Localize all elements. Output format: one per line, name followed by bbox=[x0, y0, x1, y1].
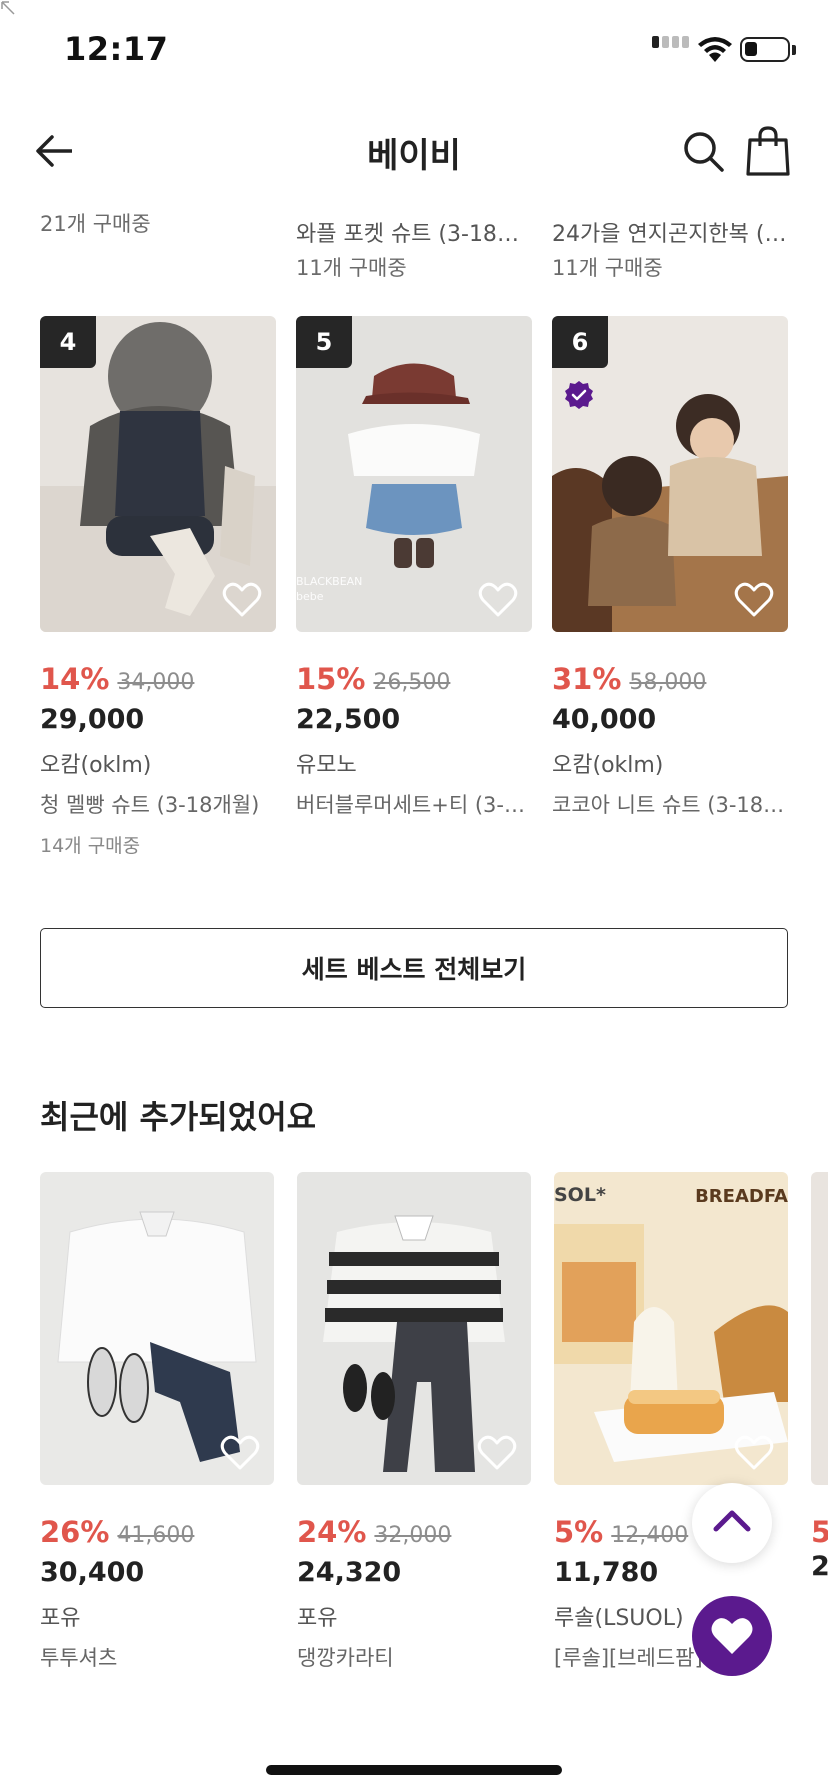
product-image[interactable] bbox=[40, 1172, 274, 1485]
sale-price: 2 bbox=[811, 1551, 828, 1582]
product-image[interactable]: 6 bbox=[552, 316, 788, 632]
product-card[interactable]: 4 14% 34,000 29,000 오캄(oklm) 청 멜빵 슈트 (3-… bbox=[40, 316, 276, 858]
brand-name[interactable]: 포유 bbox=[40, 1600, 276, 1632]
product-buying-count: 21개 구매중 bbox=[40, 212, 151, 236]
original-price: 58,000 bbox=[629, 670, 707, 695]
product-card[interactable]: 6 31% 58,000 40,000 오캄(oklm) 코코아 니트 슈트 (… bbox=[552, 316, 788, 819]
heart-outline-icon[interactable] bbox=[220, 1435, 260, 1471]
heart-filled-icon bbox=[711, 1618, 753, 1654]
product-image[interactable]: 4 bbox=[40, 316, 276, 632]
rank-badge: 5 bbox=[296, 316, 352, 368]
app-header: 베이비 bbox=[0, 110, 828, 192]
original-price: 41,600 bbox=[117, 1523, 195, 1548]
brand-name[interactable]: 포유 bbox=[297, 1600, 533, 1632]
sale-price: 24,320 bbox=[297, 1557, 402, 1588]
image-watermark: BLACKBEAN bebe bbox=[296, 575, 363, 603]
rank-badge: 6 bbox=[552, 316, 608, 368]
product-image[interactable]: SOL* BREADFA bbox=[554, 1172, 788, 1485]
resize-corner-icon bbox=[1, 1, 15, 15]
product-buying-count: 11개 구매중 bbox=[552, 256, 663, 280]
product-name[interactable]: 코코아 니트 슈트 (3-18… bbox=[552, 789, 788, 819]
status-time: 12:17 bbox=[64, 30, 169, 68]
product-buying-count: 11개 구매중 bbox=[296, 256, 407, 280]
heart-outline-icon[interactable] bbox=[477, 1435, 517, 1471]
brand-name[interactable]: 오캄(oklm) bbox=[40, 747, 276, 779]
original-price: 26,500 bbox=[373, 670, 451, 695]
battery-icon bbox=[740, 37, 790, 62]
image-text: SOL* bbox=[554, 1184, 606, 1206]
shopping-bag-icon[interactable] bbox=[744, 124, 792, 178]
product-image[interactable] bbox=[811, 1172, 828, 1485]
heart-outline-icon[interactable] bbox=[734, 582, 774, 618]
brand-name[interactable]: 오캄(oklm) bbox=[552, 747, 788, 779]
discount-rate: 5 bbox=[811, 1515, 828, 1549]
product-image[interactable]: BLACKBEAN bebe 5 bbox=[296, 316, 532, 632]
chevron-up-icon bbox=[713, 1510, 751, 1532]
product-buying-count: 14개 구매중 bbox=[40, 835, 141, 857]
status-bar: 12:17 bbox=[0, 0, 828, 100]
discount-rate: 24% bbox=[297, 1515, 367, 1549]
home-indicator bbox=[266, 1765, 562, 1775]
search-icon[interactable] bbox=[680, 126, 728, 176]
product-name[interactable]: 청 멜빵 슈트 (3-18개월) bbox=[40, 789, 276, 819]
sale-price: 22,500 bbox=[296, 704, 401, 735]
product-name[interactable]: 투투셔츠 bbox=[40, 1642, 276, 1672]
scroll-to-top-button[interactable] bbox=[692, 1483, 772, 1563]
brand-name: 미 bbox=[811, 1588, 828, 1592]
product-card[interactable]: 5 2 미 서 bbox=[811, 1172, 828, 1592]
discount-rate: 26% bbox=[40, 1515, 110, 1549]
rank-badge: 4 bbox=[40, 316, 96, 368]
product-name[interactable]: 와플 포켓 슈트 (3-18개… bbox=[296, 216, 532, 248]
sale-price: 40,000 bbox=[552, 704, 657, 735]
discount-rate: 5% bbox=[554, 1515, 604, 1549]
original-price: 12,400 bbox=[611, 1523, 689, 1548]
discount-rate: 31% bbox=[552, 662, 622, 696]
heart-outline-icon[interactable] bbox=[734, 1435, 774, 1471]
product-name[interactable]: 24가을 연지곤지한복 (… bbox=[552, 216, 788, 248]
product-name[interactable]: 댕깡카라티 bbox=[297, 1642, 533, 1672]
product-card[interactable]: BLACKBEAN bebe 5 15% 26,500 22,500 유모노 버터… bbox=[296, 316, 532, 819]
original-price: 32,000 bbox=[374, 1523, 452, 1548]
wifi-icon bbox=[698, 37, 732, 62]
sale-price: 29,000 bbox=[40, 704, 145, 735]
verified-check-icon bbox=[565, 381, 593, 409]
wishlist-button[interactable] bbox=[692, 1596, 772, 1676]
image-text: BREADFA bbox=[695, 1186, 788, 1207]
original-price: 34,000 bbox=[117, 670, 195, 695]
brand-name[interactable]: 유모노 bbox=[296, 747, 532, 779]
product-card[interactable]: 26% 41,600 30,400 포유 투투셔츠 bbox=[40, 1172, 276, 1672]
discount-rate: 15% bbox=[296, 662, 366, 696]
heart-outline-icon[interactable] bbox=[222, 582, 262, 618]
heart-outline-icon[interactable] bbox=[478, 582, 518, 618]
product-name[interactable]: 버터블루머세트+티 (3-… bbox=[296, 789, 532, 819]
section-title: 최근에 추가되었어요 bbox=[40, 1098, 317, 1136]
view-all-set-best-button[interactable]: 세트 베스트 전체보기 bbox=[40, 928, 788, 1008]
product-card[interactable]: 24% 32,000 24,320 포유 댕깡카라티 bbox=[297, 1172, 533, 1672]
product-image[interactable] bbox=[297, 1172, 531, 1485]
sale-price: 30,400 bbox=[40, 1557, 145, 1588]
discount-rate: 14% bbox=[40, 662, 110, 696]
